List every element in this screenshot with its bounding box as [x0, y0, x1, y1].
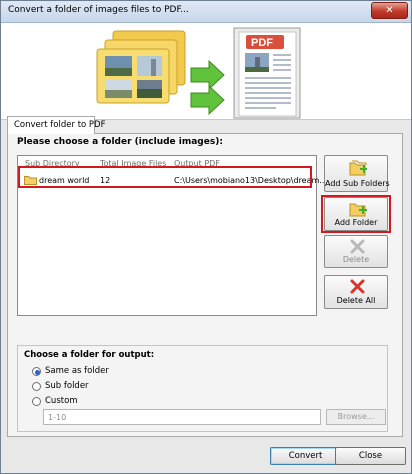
custom-label[interactable]: Custom [45, 396, 78, 406]
add-folder-highlight-frame [321, 195, 391, 233]
tab-label: Convert folder to PDF [14, 120, 106, 130]
pdf-document-icon: PDF [233, 27, 301, 119]
tab-convert-folder[interactable]: Convert folder to PDF [7, 116, 105, 134]
same-as-folder-radio[interactable] [32, 367, 41, 376]
add-sub-folders-label: Add Sub Folders [325, 179, 390, 188]
delete-label: Delete [342, 255, 370, 264]
sub-folder-label[interactable]: Sub folder [45, 381, 89, 391]
delete-all-button[interactable]: Delete All [324, 275, 388, 309]
convert-button[interactable]: Convert [270, 447, 341, 465]
folder-to-pdf-illustration: PDF [96, 27, 301, 119]
delete-all-icon [350, 279, 365, 294]
output-folder-label: Choose a folder for output: [24, 350, 155, 360]
row-highlight-frame [18, 166, 312, 188]
add-sub-folders-icon [349, 160, 367, 176]
svg-text:PDF: PDF [251, 37, 273, 49]
same-as-folder-label[interactable]: Same as folder [45, 366, 109, 376]
browse-button[interactable]: Browse... [326, 409, 386, 425]
custom-output-placeholder: 1-10 [48, 413, 67, 422]
delete-all-label: Delete All [336, 296, 376, 305]
custom-output-field[interactable]: 1-10 [43, 409, 321, 425]
delete-button[interactable]: Delete [324, 235, 388, 268]
header-banner: PDF [1, 23, 411, 120]
choose-folder-heading: Please choose a folder (include images): [17, 137, 223, 147]
close-icon[interactable]: ✕ [371, 2, 408, 19]
images-stack-icon [96, 30, 186, 104]
add-sub-folders-button[interactable]: Add Sub Folders [324, 155, 390, 192]
delete-icon [350, 239, 365, 254]
close-button[interactable]: Close [335, 447, 406, 465]
window-title: Convert a folder of images files to PDF.… [8, 5, 189, 15]
sub-folder-radio[interactable] [32, 382, 41, 391]
arrow-right-icon [190, 59, 225, 116]
custom-radio[interactable] [32, 397, 41, 406]
